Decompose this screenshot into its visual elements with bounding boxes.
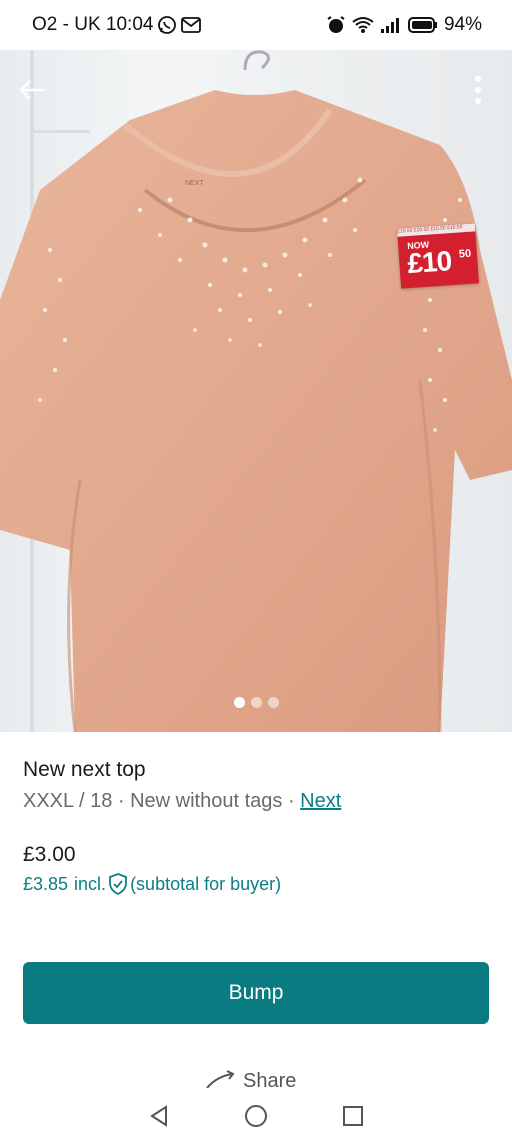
whatsapp-icon — [157, 15, 177, 35]
tag-cents: 50 — [458, 247, 472, 261]
price-tag: £10.50 £10.50 £10.50 £10.50 NOW £10 50 — [397, 223, 479, 289]
carousel-dot[interactable] — [233, 697, 245, 708]
nav-recents-button[interactable] — [333, 1096, 373, 1136]
gmail-icon — [181, 17, 202, 33]
bump-button[interactable]: Bump — [23, 962, 489, 1024]
buyer-protection-shield-icon — [109, 873, 127, 895]
signal-icon — [380, 16, 402, 34]
nav-back-icon — [149, 1104, 167, 1127]
tag-price: £10 — [406, 245, 453, 280]
share-label: Share — [243, 1070, 297, 1088]
nav-back-button[interactable] — [139, 1096, 179, 1136]
nav-home-icon — [244, 1104, 267, 1127]
alarm-icon — [326, 15, 346, 35]
status-bar: O2 - UK 10:04 94% — [0, 0, 512, 50]
size-condition: XXXL / 18 · New without tags · — [23, 790, 301, 812]
system-nav-bar — [0, 1088, 512, 1143]
wifi-icon — [352, 16, 374, 34]
item-title: New next top — [23, 758, 146, 781]
nav-home-button[interactable] — [236, 1096, 276, 1136]
share-button[interactable]: Share — [205, 1070, 296, 1088]
item-meta: XXXL / 18 · New without tags · Next — [23, 790, 493, 813]
back-arrow-icon — [19, 80, 44, 100]
battery-icon — [407, 17, 438, 33]
more-options-button[interactable] — [458, 70, 498, 110]
buyer-price: £3.85 — [23, 873, 69, 894]
nav-recents-icon — [343, 1105, 364, 1126]
item-price: £3.00 — [23, 843, 76, 866]
share-icon — [206, 1070, 235, 1088]
buyer-price-info[interactable]: £3.85 incl. (subtotal for buyer) — [23, 873, 493, 895]
subtotal-note: (subtotal for buyer) — [130, 873, 282, 894]
item-details: New next top XXXL / 18 · New without tag… — [23, 758, 493, 895]
svg-text:NEXT: NEXT — [185, 180, 204, 187]
item-photo: NEXT — [0, 50, 512, 732]
item-photo-carousel[interactable]: NEXT £10.50 £10.50 £10.50 £10.50 NOW £10… — [0, 50, 512, 732]
carrier-time: O2 - UK 10:04 — [32, 14, 154, 35]
brand-link[interactable]: Next — [300, 790, 341, 812]
incl-label: incl. — [74, 873, 107, 894]
carousel-dot[interactable] — [267, 697, 279, 708]
more-vertical-icon — [475, 76, 481, 104]
back-button[interactable] — [12, 70, 52, 110]
carousel-dot[interactable] — [250, 697, 262, 708]
battery-level: 94% — [443, 14, 482, 35]
carousel-indicator — [0, 697, 512, 708]
